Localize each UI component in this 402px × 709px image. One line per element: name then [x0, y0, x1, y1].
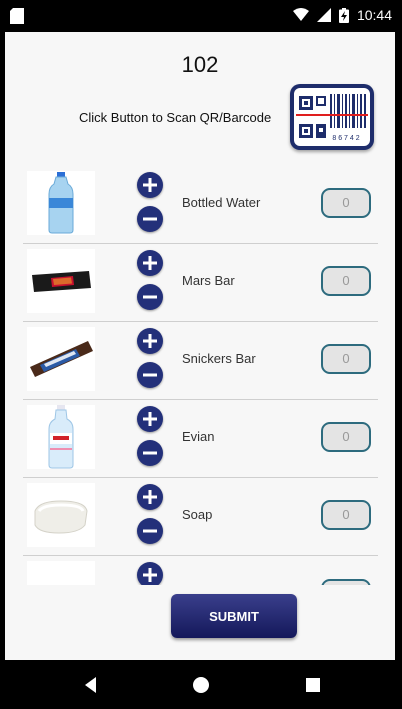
wifi-icon	[292, 8, 309, 21]
minus-icon	[143, 373, 157, 377]
list-item: Mars Bar 0	[23, 243, 378, 322]
app-screen: 102 Click Button to Scan QR/Barcode 8 6 …	[5, 32, 395, 660]
decrement-button[interactable]	[137, 362, 163, 388]
item-name: Evian	[182, 429, 215, 444]
increment-button[interactable]	[137, 172, 163, 198]
plus-icon	[143, 334, 157, 348]
minus-icon	[143, 529, 157, 533]
qr-digits: 8 6 7 4 2	[332, 135, 359, 142]
plus-icon	[143, 490, 157, 504]
quantity-field[interactable]: 0	[321, 266, 371, 296]
scan-instruction: Click Button to Scan QR/Barcode	[79, 110, 272, 125]
list-item: Snickers Bar 0	[23, 321, 378, 400]
recents-icon[interactable]	[302, 674, 324, 696]
sd-card-icon	[10, 8, 24, 24]
minus-icon	[143, 217, 157, 221]
quantity-field[interactable]: 0	[321, 422, 371, 452]
decrement-button[interactable]	[137, 206, 163, 232]
list-item: Bottled Water 0	[23, 165, 378, 244]
snickers-bar-image	[27, 327, 95, 391]
quantity-field[interactable]: 0	[321, 188, 371, 218]
quantity-field[interactable]: 0	[321, 500, 371, 530]
item-name: Bottled Water	[182, 195, 261, 210]
plus-icon	[143, 178, 157, 192]
item-name: Mars Bar	[182, 273, 235, 288]
scan-qr-barcode-button[interactable]: 8 6 7 4 2	[290, 84, 374, 150]
plus-icon	[143, 412, 157, 426]
decrement-button[interactable]	[137, 440, 163, 466]
navigation-bar	[0, 660, 402, 709]
quantity-field[interactable]	[321, 579, 371, 585]
clock: 10:44	[356, 7, 392, 23]
decrement-button[interactable]	[137, 518, 163, 544]
submit-button[interactable]: SUBMIT	[171, 594, 297, 638]
back-icon[interactable]	[80, 674, 102, 696]
list-item: Evian 0	[23, 399, 378, 478]
increment-button[interactable]	[137, 250, 163, 276]
list-item	[23, 555, 378, 585]
increment-button[interactable]	[137, 562, 163, 585]
plus-icon	[143, 568, 157, 582]
home-icon[interactable]	[190, 674, 212, 696]
mars-bar-image	[27, 249, 95, 313]
decrement-button[interactable]	[137, 284, 163, 310]
item-name: Soap	[182, 507, 213, 522]
plus-icon	[143, 256, 157, 270]
scan-count: 102	[181, 52, 219, 77]
minus-icon	[143, 451, 157, 455]
minus-icon	[143, 295, 157, 299]
battery-charging-icon	[338, 7, 349, 23]
product-list[interactable]: Bottled Water 0 Mars Bar 0 Snickers Bar …	[23, 165, 378, 585]
increment-button[interactable]	[137, 484, 163, 510]
signal-icon	[316, 8, 331, 22]
evian-bottle-image	[27, 405, 95, 469]
water-bottle-image	[27, 171, 95, 235]
increment-button[interactable]	[137, 328, 163, 354]
soap-bar-image	[27, 483, 95, 547]
status-bar: 10:44	[0, 0, 402, 32]
quantity-field[interactable]: 0	[321, 344, 371, 374]
qr-barcode-icon: 8 6 7 4 2	[296, 94, 368, 142]
list-item: Soap 0	[23, 477, 378, 556]
increment-button[interactable]	[137, 406, 163, 432]
item-name: Snickers Bar	[182, 351, 256, 366]
partial-item-image	[27, 561, 95, 585]
